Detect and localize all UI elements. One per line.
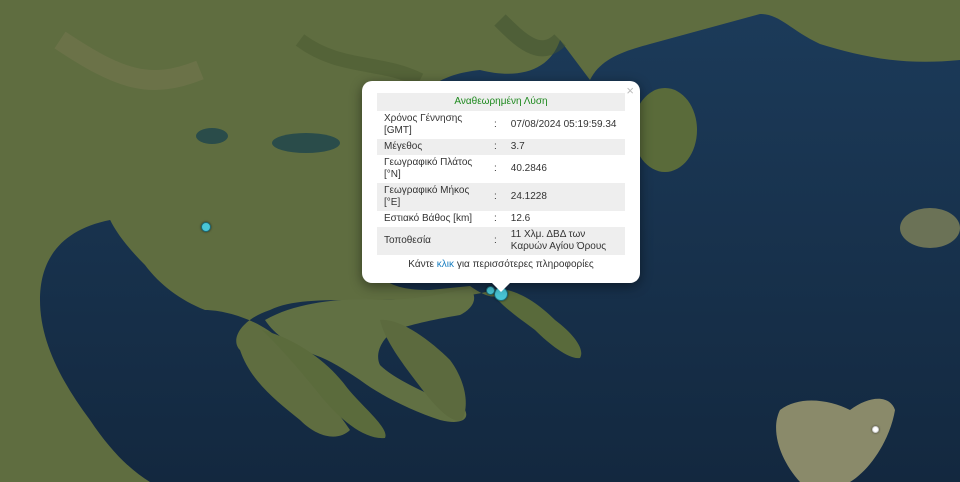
sep: : <box>494 119 497 130</box>
more-info-suffix: για περισσότερες πληροφορίες <box>456 259 594 270</box>
more-info-link[interactable]: κλικ <box>437 259 454 270</box>
value-magnitude: 3.7 <box>503 139 625 155</box>
value-origin-time: 07/08/2024 05:19:59.34 <box>510 119 617 130</box>
sep: : <box>494 213 497 224</box>
close-icon[interactable]: × <box>626 83 634 98</box>
label-longitude: Γεωγραφικό Μήκος [°E] <box>377 183 487 211</box>
thasos <box>633 88 697 172</box>
row-depth: Εστιακό Βάθος [km] : 12.6 <box>377 211 625 227</box>
label-origin-time: Χρόνος Γέννησης [GMT] <box>384 113 463 136</box>
lake-volvi <box>272 133 340 153</box>
row-magnitude: Μέγεθος : 3.7 <box>377 139 625 155</box>
row-latitude: Γεωγραφικό Πλάτος [°N] : 40.2846 <box>377 155 625 183</box>
row-origin-time: Χρόνος Γέννησης [GMT] : 07/08/2024 05:19… <box>377 111 625 139</box>
more-info-row: Κάντε κλικ για περισσότερες πληροφορίες <box>377 255 625 273</box>
label-location: Τοποθεσία <box>377 227 487 255</box>
popup-tip <box>492 283 510 292</box>
earthquake-marker-inland[interactable] <box>201 222 211 232</box>
label-magnitude: Μέγεθος <box>377 139 487 155</box>
more-info-text: Κάντε κλικ για περισσότερες πληροφορίες <box>377 255 625 273</box>
row-longitude: Γεωγραφικό Μήκος [°E] : 24.1228 <box>377 183 625 211</box>
popup-title-row: Αναθεωρημένη Λύση <box>377 93 625 111</box>
sep: : <box>487 139 504 155</box>
sep: : <box>487 183 504 211</box>
map-view[interactable]: × Αναθεωρημένη Λύση Χρόνος Γέννησης [GMT… <box>0 0 960 482</box>
more-info-prefix: Κάντε <box>408 259 435 270</box>
label-latitude: Γεωγραφικό Πλάτος [°N] <box>384 157 473 180</box>
lake-koroneia <box>196 128 228 144</box>
value-longitude: 24.1228 <box>503 183 625 211</box>
earthquake-popup: × Αναθεωρημένη Λύση Χρόνος Γέννησης [GMT… <box>362 81 640 292</box>
earthquake-details-table: Αναθεωρημένη Λύση Χρόνος Γέννησης [GMT] … <box>377 93 625 273</box>
value-latitude: 40.2846 <box>510 163 547 174</box>
label-depth: Εστιακό Βάθος [km] <box>384 213 473 224</box>
samothrace <box>900 208 960 248</box>
sep: : <box>487 227 504 255</box>
row-location: Τοποθεσία : 11 Χλμ. ΔΒΔ των Καρυών Αγίου… <box>377 227 625 255</box>
popup-title: Αναθεωρημένη Λύση <box>377 93 625 111</box>
value-depth: 12.6 <box>510 213 531 224</box>
location-dot[interactable] <box>872 426 879 433</box>
value-location: 11 Χλμ. ΔΒΔ των Καρυών Αγίου Όρους <box>503 227 625 255</box>
sep: : <box>494 163 497 174</box>
